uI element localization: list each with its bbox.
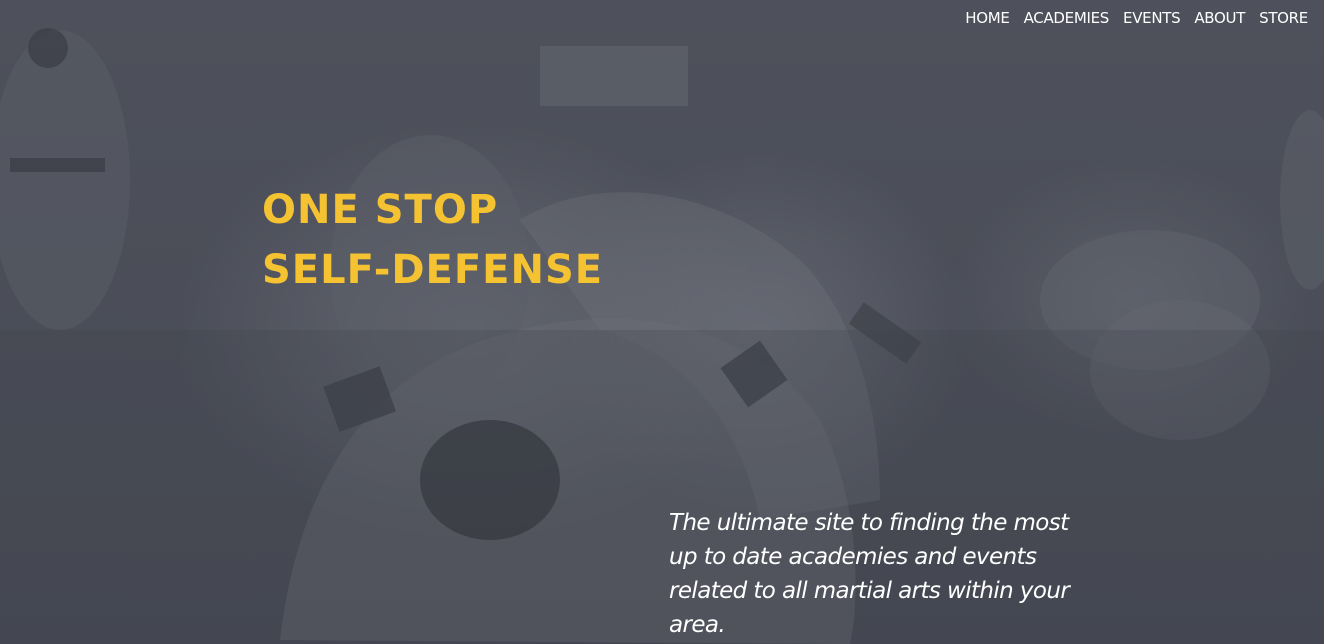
hero-headline-line-1: ONE STOP bbox=[262, 187, 499, 233]
nav-events-link[interactable]: EVENTS bbox=[1123, 9, 1181, 27]
hero-headline: ONE STOP SELF-DEFENSE bbox=[262, 180, 603, 300]
nav-home-link[interactable]: HOME bbox=[965, 9, 1010, 27]
hero-background-photo bbox=[0, 28, 1324, 644]
nav-about-link[interactable]: ABOUT bbox=[1194, 9, 1245, 27]
hero-section: HOME ACADEMIES EVENTS ABOUT STORE ONE ST… bbox=[0, 0, 1324, 644]
nav-academies-link[interactable]: ACADEMIES bbox=[1024, 9, 1110, 27]
hero-headline-line-2: SELF-DEFENSE bbox=[262, 247, 604, 293]
main-nav: HOME ACADEMIES EVENTS ABOUT STORE bbox=[965, 9, 1308, 27]
nav-store-link[interactable]: STORE bbox=[1259, 9, 1308, 27]
hero-tagline: The ultimate site to finding the most up… bbox=[669, 510, 1070, 638]
